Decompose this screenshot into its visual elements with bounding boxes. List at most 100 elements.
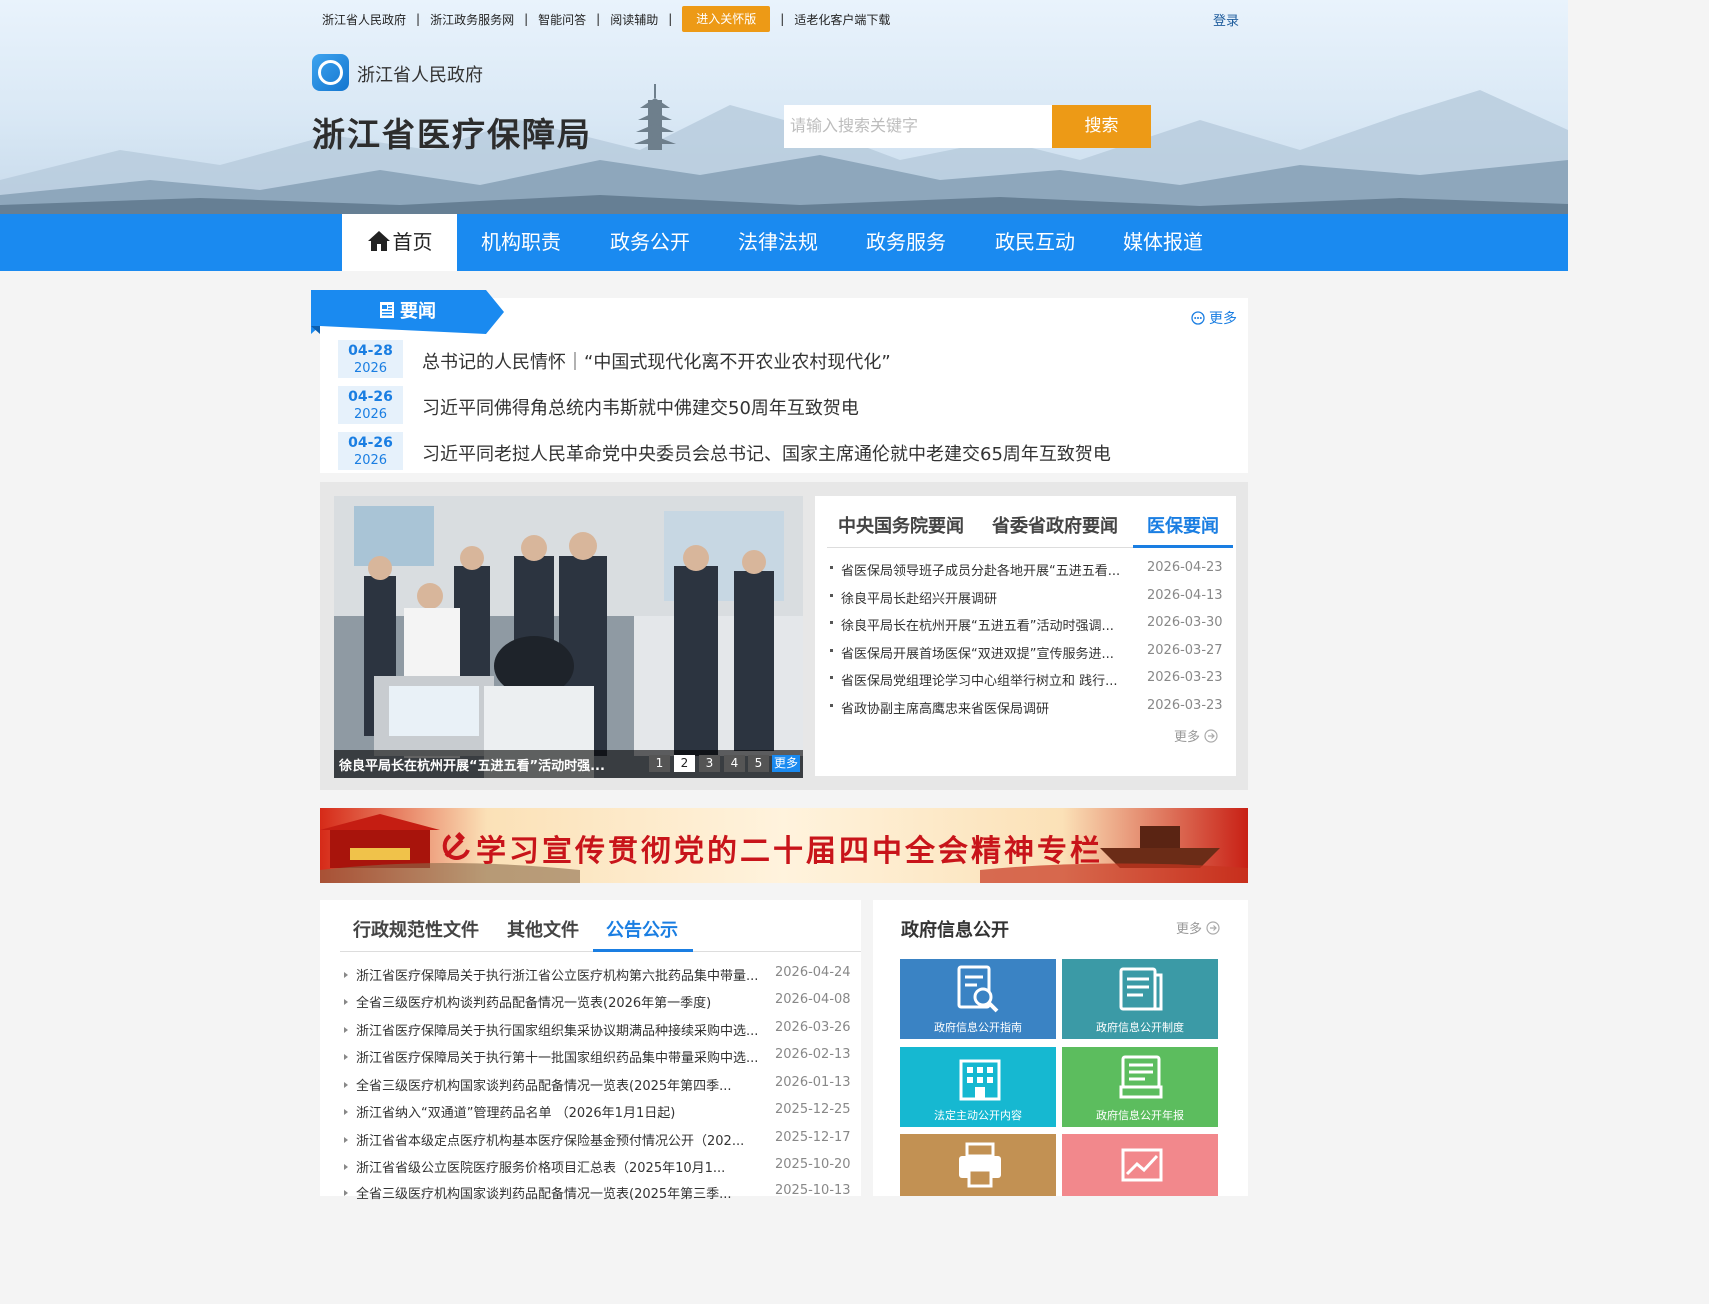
- top-link-smart-qa[interactable]: 智能问答: [528, 11, 596, 28]
- doc-list-item[interactable]: 浙江省省级公立医院医疗服务价格项目汇总表（2025年10月1...: [344, 1157, 725, 1176]
- doc-list-item[interactable]: 浙江省省本级定点医疗机构基本医疗保险基金预付情况公开（202...: [344, 1130, 744, 1149]
- doc-list-item[interactable]: 浙江省医疗保障局关于执行国家组织集采协议期满品种接续采购中选...: [344, 1020, 758, 1039]
- doc-date: 2026-03-26: [775, 1020, 851, 1035]
- header-banner: 浙江省人民政府 | 浙江政务服务网 | 智能问答 | 阅读辅助 | 进入关怀版 …: [0, 0, 1568, 214]
- doc-list-item[interactable]: 全省三级医疗机构谈判药品配备情况一览表(2026年第一季度): [344, 992, 711, 1011]
- nav-item-services[interactable]: 政务服务: [848, 214, 964, 271]
- elderly-app-download-link[interactable]: 适老化客户端下载: [784, 11, 900, 28]
- doc-list-item[interactable]: 浙江省纳入“双通道”管理药品名单 （2026年1月1日起): [344, 1102, 675, 1121]
- tab-central-news[interactable]: 中央国务院要闻: [838, 512, 964, 538]
- list-date: 2026-03-23: [1147, 670, 1223, 685]
- carousel-page-3[interactable]: 3: [699, 755, 720, 772]
- news-title[interactable]: 习近平同老挝人民革命党中央委员会总书记、国家主席通伦就中老建交65周年互致贺电: [422, 440, 1111, 466]
- docs-tab-active-underline: [593, 949, 693, 952]
- news-title[interactable]: 习近平同佛得角总统内韦斯就中佛建交50周年互致贺电: [422, 394, 859, 420]
- carousel-page-4[interactable]: 4: [724, 755, 745, 772]
- news-date: 04-28 2026: [338, 340, 403, 378]
- arrow-circle-right-icon: [1204, 728, 1218, 743]
- carousel-caption[interactable]: 徐良平局长在杭州开展“五进五看”活动时强...: [339, 755, 605, 774]
- search-input[interactable]: [784, 105, 1052, 148]
- printer-icon: [959, 1142, 1001, 1188]
- tab-active-underline: [1133, 545, 1233, 548]
- doc-date: 2025-12-17: [775, 1130, 851, 1145]
- login-link[interactable]: 登录: [1213, 10, 1239, 29]
- doc-list-item[interactable]: 浙江省医疗保障局关于执行第十一批国家组织药品集中带量采购中选...: [344, 1047, 758, 1066]
- special-column-title: 学习宣传贯彻党的二十届四中全会精神专栏: [476, 834, 1103, 869]
- news-tabs-more-link[interactable]: 更多: [1174, 726, 1218, 745]
- carousel-photo[interactable]: [334, 496, 803, 778]
- tile-chart[interactable]: [1062, 1134, 1218, 1196]
- document-list-icon: [1119, 967, 1163, 1011]
- news-more-link[interactable]: 更多: [1191, 308, 1237, 328]
- tab-provincial-news[interactable]: 省委省政府要闻: [992, 512, 1118, 538]
- top-links-bar: 浙江省人民政府 | 浙江政务服务网 | 智能问答 | 阅读辅助 | 进入关怀版 …: [312, 6, 900, 32]
- list-date: 2026-03-23: [1147, 698, 1223, 713]
- tile-printer[interactable]: [900, 1134, 1056, 1196]
- more-dots-icon: [1191, 311, 1205, 325]
- top-link-zj-gov[interactable]: 浙江省人民政府: [312, 11, 416, 28]
- nav-item-org[interactable]: 机构职责: [463, 214, 579, 271]
- list-item[interactable]: 省医保局开展首场医保“双进双提”宣传服务进...: [830, 643, 1114, 662]
- list-item[interactable]: 省医保局领导班子成员分赴各地开展“五进五看...: [830, 560, 1120, 579]
- carousel-page-1[interactable]: 1: [649, 755, 670, 772]
- party-emblem-icon: [442, 832, 470, 860]
- zj-gov-logo-icon[interactable]: [312, 54, 349, 91]
- bureau-title: 浙江省医疗保障局: [312, 115, 592, 154]
- news-title[interactable]: 总书记的人民情怀｜“中国式现代化离不开农业农村现代化”: [422, 348, 891, 374]
- news-tabs-box: [815, 496, 1236, 776]
- nav-item-gov-affairs[interactable]: 政务公开: [592, 214, 708, 271]
- news-date: 04-26 2026: [338, 432, 403, 470]
- tile-annual-report[interactable]: 政府信息公开年报: [1062, 1047, 1218, 1127]
- doc-date: 2026-04-08: [775, 992, 851, 1007]
- gov-info-title: 政府信息公开: [901, 920, 1009, 941]
- doc-date: 2026-02-13: [775, 1047, 851, 1062]
- top-link-gov-service[interactable]: 浙江政务服务网: [420, 11, 524, 28]
- nav-item-home[interactable]: 首页: [342, 214, 457, 271]
- carousel-page-5[interactable]: 5: [748, 755, 769, 772]
- doc-list-item[interactable]: 全省三级医疗机构国家谈判药品配备情况一览表(2025年第四季...: [344, 1075, 732, 1094]
- news-section-label: 要闻: [378, 297, 436, 323]
- report-icon: [1119, 1055, 1163, 1099]
- nav-item-media[interactable]: 媒体报道: [1105, 214, 1221, 271]
- carousel-more-button[interactable]: 更多: [772, 755, 800, 772]
- doc-date: 2025-12-25: [775, 1102, 851, 1117]
- list-item[interactable]: 省医保局党组理论学习中心组举行树立和 践行...: [830, 670, 1118, 689]
- list-item[interactable]: 徐良平局长在杭州开展“五进五看”活动时强调...: [830, 615, 1114, 634]
- tab-announcements[interactable]: 公告公示: [606, 916, 678, 942]
- list-date: 2026-04-13: [1147, 588, 1223, 603]
- home-icon: [367, 231, 390, 251]
- list-item[interactable]: 徐良平局长赴绍兴开展调研: [830, 588, 997, 607]
- building-icon: [959, 1059, 1001, 1101]
- tab-normative-docs[interactable]: 行政规范性文件: [353, 916, 479, 942]
- doc-list-item[interactable]: 浙江省医疗保障局关于执行浙江省公立医疗机构第六批药品集中带量...: [344, 965, 758, 984]
- list-date: 2026-03-27: [1147, 643, 1223, 658]
- tile-info-system[interactable]: 政府信息公开制度: [1062, 959, 1218, 1039]
- gov-name[interactable]: 浙江省人民政府: [357, 61, 483, 87]
- top-link-reading-aid[interactable]: 阅读辅助: [600, 11, 668, 28]
- main-nav: 首页 机构职责 政务公开 法律法规 政务服务 政民互动 媒体报道: [0, 214, 1568, 271]
- gov-info-more-link[interactable]: 更多: [1176, 918, 1220, 937]
- doc-date: 2025-10-20: [775, 1157, 851, 1172]
- tab-other-docs[interactable]: 其他文件: [507, 916, 579, 942]
- newspaper-icon: [380, 302, 394, 318]
- tab-medical-insurance-news[interactable]: 医保要闻: [1147, 512, 1219, 538]
- care-version-button[interactable]: 进入关怀版: [682, 6, 771, 32]
- doc-list-item[interactable]: 全省三级医疗机构国家谈判药品配备情况一览表(2025年第三季...: [344, 1183, 732, 1202]
- tile-info-guide[interactable]: 政府信息公开指南: [900, 959, 1056, 1039]
- arrow-circle-right-icon: [1206, 920, 1220, 935]
- list-item[interactable]: 省政协副主席高鹰忠来省医保局调研: [830, 698, 1049, 717]
- document-search-icon: [957, 965, 999, 1013]
- search-button[interactable]: 搜索: [1052, 105, 1151, 148]
- chart-icon: [1121, 1148, 1163, 1182]
- carousel-page-2[interactable]: 2: [674, 755, 695, 772]
- carousel-photo-image: [334, 496, 803, 778]
- doc-date: 2026-04-24: [775, 965, 851, 980]
- nav-item-interaction[interactable]: 政民互动: [977, 214, 1093, 271]
- nav-item-laws[interactable]: 法律法规: [720, 214, 836, 271]
- doc-date: 2025-10-13: [775, 1183, 851, 1198]
- list-date: 2026-03-30: [1147, 615, 1223, 630]
- doc-date: 2026-01-13: [775, 1075, 851, 1090]
- list-date: 2026-04-23: [1147, 560, 1223, 575]
- news-date: 04-26 2026: [338, 386, 403, 424]
- tile-statutory-disclosure[interactable]: 法定主动公开内容: [900, 1047, 1056, 1127]
